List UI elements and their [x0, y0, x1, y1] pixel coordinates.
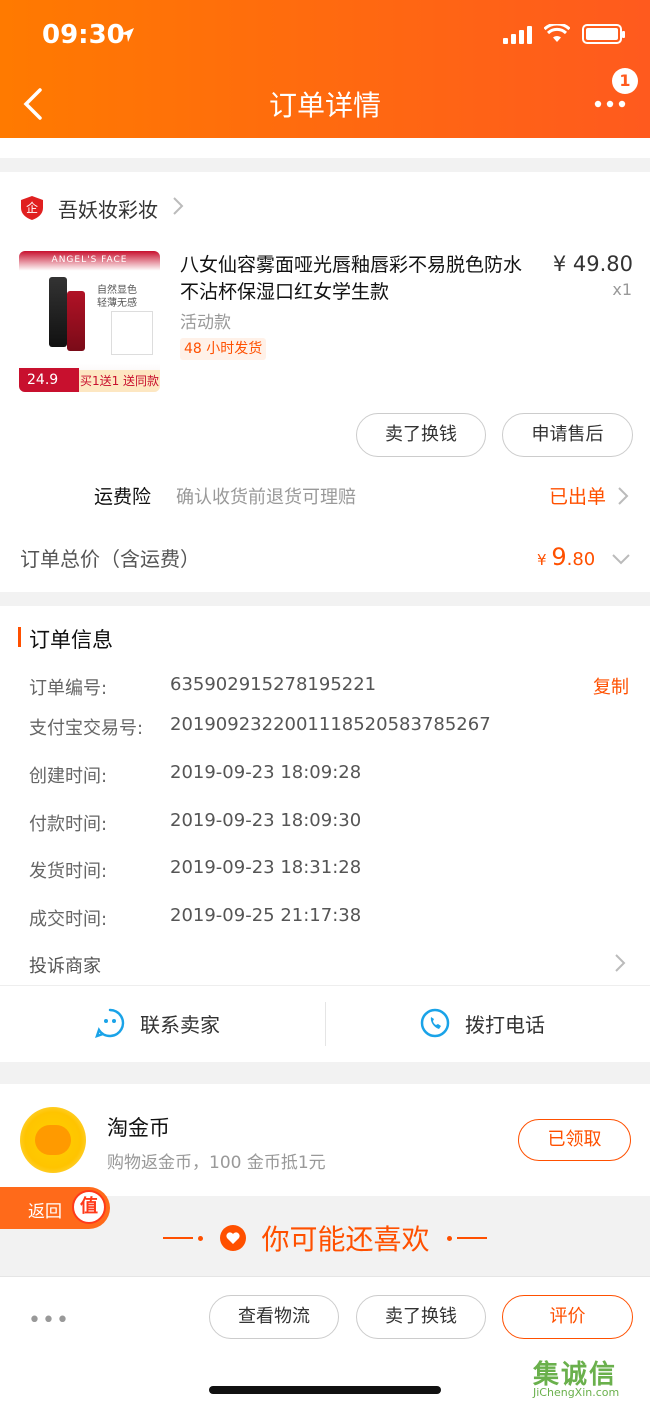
shop-badge-icon: 企: [20, 195, 44, 221]
recommend-header: 你可能还喜欢: [0, 1218, 650, 1258]
watermark-logo: 集诚信 JiChengXin.com: [533, 1354, 619, 1399]
chat-face-icon: [95, 1008, 125, 1038]
watermark-url: JiChengXin.com: [533, 1386, 620, 1399]
location-arrow-icon: [118, 26, 136, 48]
product-image[interactable]: ANGEL'S FACE 自然显色 轻薄无感 24.9 买1送1 送同款: [19, 251, 160, 392]
product-image-text: 轻薄无感: [97, 298, 137, 309]
review-button[interactable]: 评价: [502, 1295, 633, 1339]
total-decimal: .80: [566, 549, 596, 570]
more-dots-icon[interactable]: •••: [28, 1308, 70, 1333]
paid-time-value: 2019-09-23 18:09:30: [170, 810, 362, 831]
product-quantity: x1: [612, 280, 632, 299]
total-currency: ¥: [537, 551, 552, 569]
call-phone-button[interactable]: 拨打电话: [419, 1007, 545, 1039]
paid-time-label: 付款时间:: [29, 814, 108, 835]
contact-seller-button[interactable]: 联系卖家: [94, 1007, 220, 1039]
completed-time-label: 成交时间:: [29, 909, 108, 930]
recommend-title: 你可能还喜欢: [261, 1223, 430, 1256]
header-bar: 09:30 订单详情 1: [0, 0, 650, 138]
status-icons: [503, 24, 625, 44]
status-time: 09:30: [42, 20, 125, 50]
total-integer: 9: [551, 543, 567, 571]
order-info-title: 订单信息: [29, 628, 113, 652]
total-price: ¥ 9.80: [537, 543, 595, 571]
insurance-label: 运费险: [94, 486, 152, 508]
divider: [198, 1235, 204, 1241]
page-title: 订单详情: [268, 89, 381, 122]
order-number-label: 订单编号:: [29, 678, 108, 699]
order-number-value: 635902915278195221: [170, 674, 377, 695]
divider: [163, 1237, 194, 1239]
gold-coin-icon: [20, 1107, 86, 1173]
chevron-down-icon[interactable]: [611, 550, 631, 569]
product-image-price: 24.9: [19, 368, 79, 392]
message-badge: 1: [612, 68, 638, 94]
wifi-icon: [544, 24, 570, 42]
after-sale-button[interactable]: 申请售后: [502, 413, 633, 457]
created-time-value: 2019-09-23 18:09:28: [170, 762, 362, 783]
chevron-right-icon[interactable]: [614, 953, 626, 977]
sell-for-cash-button[interactable]: 卖了换钱: [356, 1295, 486, 1339]
alipay-trade-label: 支付宝交易号:: [29, 718, 144, 739]
divider: [0, 985, 650, 986]
insurance-desc: 确认收货前退货可理赔: [176, 487, 356, 508]
gift-box-graphic: [111, 311, 153, 355]
shipped-time-label: 发货时间:: [29, 861, 108, 882]
chevron-right-icon[interactable]: [617, 486, 629, 510]
contact-seller-label: 联系卖家: [140, 1012, 220, 1037]
shipping-tag: 48 小时发货: [180, 338, 267, 360]
svg-text:企: 企: [26, 200, 38, 215]
shipped-time-value: 2019-09-23 18:31:28: [170, 857, 362, 878]
phone-icon: [420, 1008, 450, 1038]
lipstick-graphic: [67, 291, 85, 351]
sell-for-cash-button[interactable]: 卖了换钱: [356, 413, 486, 457]
lipstick-graphic: [49, 277, 67, 347]
insurance-status[interactable]: 已出单: [549, 482, 606, 509]
home-indicator[interactable]: [209, 1386, 441, 1394]
divider: [325, 1002, 326, 1046]
view-logistics-button[interactable]: 查看物流: [209, 1295, 339, 1339]
divider: [446, 1235, 452, 1241]
coins-claimed-button[interactable]: 已领取: [518, 1119, 631, 1161]
total-label: 订单总价（含运费）: [20, 547, 200, 571]
product-title[interactable]: 八女仙容雾面哑光唇釉唇彩不易脱色防水不沾杯保湿口红女学生款: [180, 252, 540, 306]
alipay-trade-value: 2019092322001118520583785267: [170, 714, 491, 735]
coins-desc: 购物返金币，100 金币抵1元: [107, 1153, 326, 1173]
product-image-promo: 买1送1 送同款: [79, 370, 160, 392]
heart-icon: [220, 1225, 247, 1251]
top-strip: [0, 138, 650, 158]
divider: [456, 1237, 487, 1239]
call-phone-label: 拨打电话: [465, 1012, 545, 1037]
chevron-right-icon[interactable]: [172, 196, 184, 220]
shop-name[interactable]: 吾妖妆彩妆: [58, 194, 158, 223]
signal-icon: [503, 24, 532, 44]
coins-title: 淘金币: [107, 1116, 170, 1140]
product-image-brand: ANGEL'S FACE: [51, 255, 128, 265]
completed-time-value: 2019-09-25 21:17:38: [170, 905, 362, 926]
copy-button[interactable]: 复制: [593, 673, 629, 699]
product-variant: 活动款: [180, 313, 231, 333]
created-time-label: 创建时间:: [29, 766, 108, 787]
product-price: ¥ 49.80: [552, 252, 633, 276]
battery-icon: [582, 24, 625, 44]
section-accent-bar: [18, 627, 21, 647]
complain-merchant-link[interactable]: 投诉商家: [29, 952, 101, 978]
